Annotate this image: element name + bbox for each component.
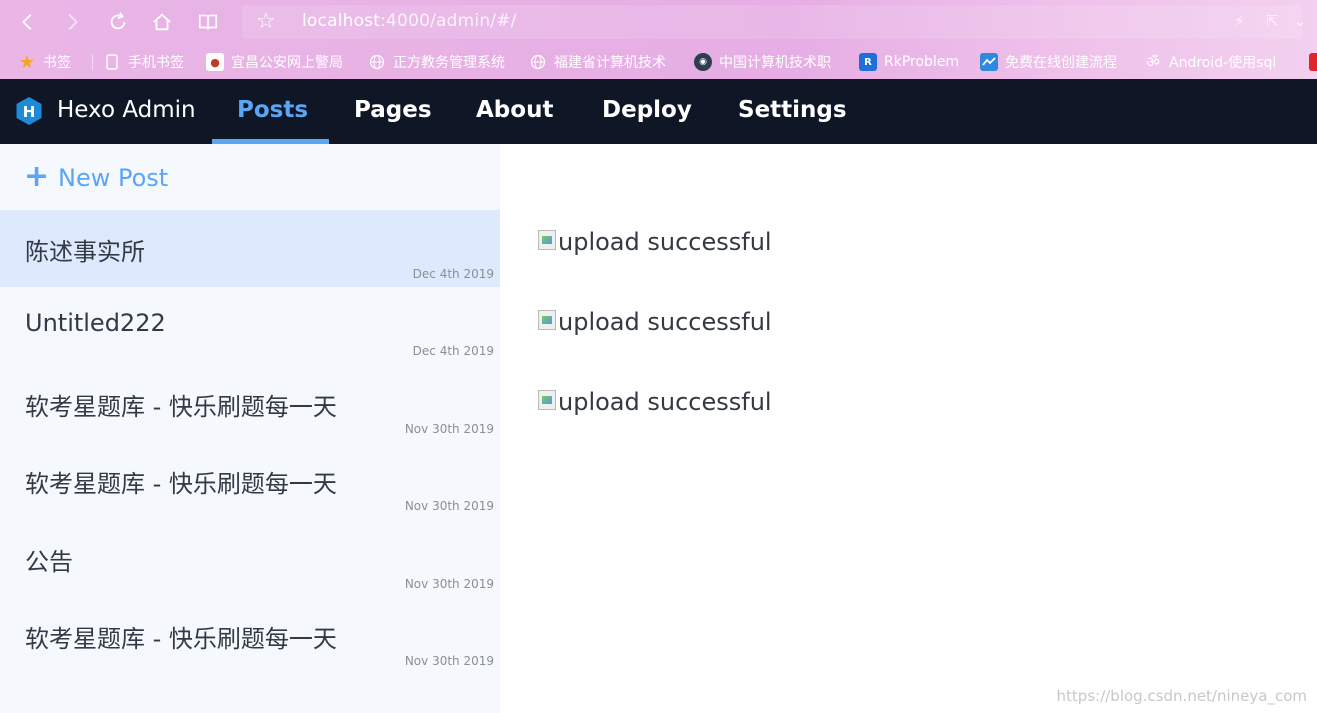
lightning-icon[interactable]: ⚡ bbox=[1234, 12, 1245, 30]
bookmark-separator bbox=[92, 54, 93, 70]
broken-image: upload successful bbox=[538, 222, 772, 258]
post-list-item[interactable]: 软考星题库 - 快乐刷题每一天 Nov 30th 2019 bbox=[0, 597, 500, 674]
post-title: 软考星题库 - 快乐刷题每一天 bbox=[25, 470, 337, 498]
svg-text:H: H bbox=[23, 103, 36, 121]
tab-pages[interactable]: Pages bbox=[354, 79, 432, 144]
phone-icon bbox=[103, 53, 121, 71]
post-title: 公告 bbox=[25, 548, 73, 576]
bookmark-label: 福建省计算机技术 bbox=[554, 55, 666, 71]
broken-image-icon bbox=[538, 230, 556, 250]
app-header: H Hexo Admin Posts Pages About Deploy Se… bbox=[0, 79, 1317, 144]
bookmark-item[interactable]: ◉ 中国计算机技术职 bbox=[694, 52, 831, 72]
new-post-label: New Post bbox=[58, 164, 169, 192]
bookmark-item[interactable]: R RkProblem bbox=[859, 52, 959, 72]
broken-image: upload successful bbox=[538, 302, 772, 338]
post-list-item[interactable]: 软考星题库 - 快乐刷题每一天 Nov 30th 2019 bbox=[0, 365, 500, 442]
broken-image: upload successful bbox=[538, 382, 772, 418]
bookmark-label: 中国计算机技术职 bbox=[719, 55, 831, 71]
reading-mode-icon[interactable] bbox=[194, 8, 222, 36]
post-title: 软考星题库 - 快乐刷题每一天 bbox=[25, 393, 337, 421]
back-icon[interactable] bbox=[14, 8, 42, 36]
plus-icon: + bbox=[24, 159, 50, 194]
hexo-logo-icon[interactable]: H bbox=[14, 96, 44, 126]
image-alt-text: upload successful bbox=[558, 388, 772, 416]
home-icon[interactable] bbox=[148, 8, 176, 36]
post-date: Nov 30th 2019 bbox=[404, 422, 494, 436]
browser-chrome: ☆ localhost:4000/admin/#/ ⚡ ⇱ ⌄ ★ 书签 手机书… bbox=[0, 0, 1317, 79]
post-date: Nov 30th 2019 bbox=[404, 577, 494, 591]
url-text[interactable]: localhost:4000/admin/#/ bbox=[302, 11, 517, 31]
bookmark-item[interactable]: ★ 书签 bbox=[18, 51, 71, 73]
flow-icon bbox=[980, 53, 998, 71]
bookmark-label: 宜昌公安网上警局 bbox=[231, 55, 343, 71]
post-list-item[interactable]: 公告 Nov 30th 2019 bbox=[0, 520, 500, 597]
post-list-item[interactable]: 软考星题库 - 快乐刷题每一天 Nov 30th 2019 bbox=[0, 442, 500, 519]
address-bar[interactable]: ☆ localhost:4000/admin/#/ ⚡ ⇱ ⌄ bbox=[242, 5, 1307, 39]
post-preview: upload successful upload successful uplo… bbox=[500, 144, 1317, 713]
bookmark-item[interactable]: ॐ Android-使用sql bbox=[1144, 52, 1276, 72]
post-date: Nov 30th 2019 bbox=[404, 499, 494, 513]
image-alt-text: upload successful bbox=[558, 228, 772, 256]
post-title: 陈述事实所 bbox=[25, 238, 145, 266]
android-icon: ॐ bbox=[1146, 53, 1160, 71]
image-alt-text: upload successful bbox=[558, 308, 772, 336]
star-icon: ★ bbox=[18, 51, 36, 73]
watermark: https://blog.csdn.net/nineya_com bbox=[1056, 687, 1307, 705]
app-name[interactable]: Hexo Admin bbox=[57, 97, 196, 123]
post-date: Dec 4th 2019 bbox=[412, 344, 494, 358]
post-date: Dec 4th 2019 bbox=[412, 267, 494, 281]
globe-icon bbox=[368, 53, 386, 71]
broken-image-icon bbox=[538, 310, 556, 330]
bookmark-item[interactable]: 免费在线创建流程 bbox=[980, 52, 1117, 72]
bookmark-label: 免费在线创建流程 bbox=[1005, 55, 1117, 71]
tab-deploy[interactable]: Deploy bbox=[602, 79, 692, 144]
broken-image-icon bbox=[538, 390, 556, 410]
police-badge-icon: ● bbox=[206, 53, 224, 71]
post-list-item[interactable]: 陈述事实所 Dec 4th 2019 bbox=[0, 210, 500, 287]
share-icon[interactable]: ⇱ bbox=[1266, 12, 1279, 30]
rk-logo-icon: R bbox=[859, 53, 877, 71]
bookmark-label: 手机书签 bbox=[128, 55, 184, 71]
bookmark-label: Android-使用sql bbox=[1169, 55, 1277, 71]
post-title: Untitled222 bbox=[25, 309, 166, 337]
globe-icon bbox=[529, 53, 547, 71]
post-date: Nov 30th 2019 bbox=[404, 654, 494, 668]
bookmark-item[interactable]: 福建省计算机技术 bbox=[529, 52, 666, 72]
browser-toolbar: ☆ localhost:4000/admin/#/ ⚡ ⇱ ⌄ bbox=[0, 0, 1317, 44]
chevron-down-icon[interactable]: ⌄ bbox=[1294, 12, 1307, 30]
reload-icon[interactable] bbox=[104, 8, 132, 36]
bookmarks-bar: ★ 书签 手机书签 ● 宜昌公安网上警局 正方教务管理系统 福建省计算机技术 ◉… bbox=[0, 44, 1317, 79]
site-logo-icon: ◉ bbox=[694, 53, 712, 71]
bookmark-label: 正方教务管理系统 bbox=[393, 55, 505, 71]
post-list-item[interactable]: Untitled222 Dec 4th 2019 bbox=[0, 287, 500, 364]
bookmark-label: 书签 bbox=[43, 55, 71, 71]
tab-about[interactable]: About bbox=[476, 79, 553, 144]
bookmark-label: RkProblem bbox=[884, 54, 960, 70]
bookmark-item[interactable]: 手机书签 bbox=[103, 52, 184, 72]
tab-posts[interactable]: Posts bbox=[237, 79, 308, 144]
post-title: 软考星题库 - 快乐刷题每一天 bbox=[25, 625, 337, 653]
tab-settings[interactable]: Settings bbox=[738, 79, 847, 144]
overflow-bookmark-icon[interactable] bbox=[1309, 53, 1317, 71]
bookmark-star-icon[interactable]: ☆ bbox=[256, 9, 276, 34]
bookmark-item[interactable]: ● 宜昌公安网上警局 bbox=[206, 52, 343, 72]
bookmark-item[interactable]: 正方教务管理系统 bbox=[368, 52, 505, 72]
post-list-sidebar: + New Post 陈述事实所 Dec 4th 2019 Untitled22… bbox=[0, 144, 500, 713]
new-post-button[interactable]: + New Post bbox=[0, 144, 500, 210]
forward-icon[interactable] bbox=[58, 8, 86, 36]
